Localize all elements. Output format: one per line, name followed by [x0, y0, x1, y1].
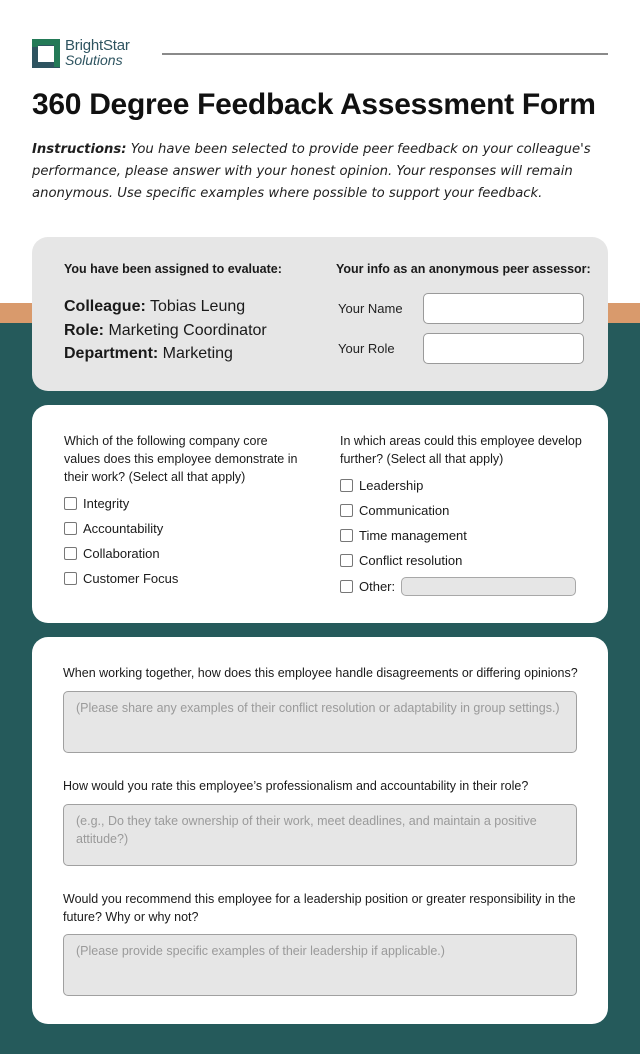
core-value-option[interactable]: Integrity	[64, 496, 129, 511]
option-label: Conflict resolution	[359, 553, 463, 568]
development-option[interactable]: Communication	[340, 503, 449, 518]
other-input[interactable]	[401, 577, 577, 596]
department-value: Marketing	[158, 345, 233, 362]
brand-subname: Solutions	[65, 52, 123, 68]
answer-textarea[interactable]: (Please share any examples of their conf…	[63, 691, 577, 753]
assessor-heading: Your info as an anonymous peer assessor:	[336, 262, 591, 276]
checkbox[interactable]	[64, 572, 77, 585]
option-label: Other:	[359, 579, 396, 594]
development-option[interactable]: Leadership	[340, 478, 423, 493]
instructions: Instructions: You have been selected to …	[32, 139, 592, 205]
core-values-question: Which of the following company core valu…	[64, 434, 298, 484]
option-label: Customer Focus	[83, 571, 179, 586]
evaluate-heading: You have been assigned to evaluate:	[64, 262, 282, 276]
role-line: Role: Marketing Coordinator	[64, 319, 267, 343]
your-role-input[interactable]	[423, 333, 584, 364]
core-value-option[interactable]: Accountability	[64, 521, 163, 536]
instructions-label: Instructions:	[32, 142, 127, 157]
your-name-input[interactable]	[423, 293, 584, 324]
colleague-label: Colleague:	[64, 298, 146, 315]
checkbox[interactable]	[340, 529, 353, 542]
logo-square-icon	[32, 37, 62, 69]
option-label: Integrity	[83, 496, 130, 511]
checkbox[interactable]	[340, 580, 353, 593]
open-question: Would you recommend this employee for a …	[63, 892, 576, 924]
development-option-other[interactable]: Other:	[340, 577, 577, 596]
open-question: When working together, how does this emp…	[63, 666, 578, 680]
core-value-option[interactable]: Collaboration	[64, 546, 160, 561]
checkbox[interactable]	[64, 522, 77, 535]
development-option[interactable]: Conflict resolution	[340, 553, 462, 568]
colleague-line: Colleague: Tobias Leung	[64, 295, 267, 319]
answer-textarea[interactable]: (e.g., Do they take ownership of their w…	[63, 804, 577, 866]
checkbox-questions-card: Which of the following company core valu…	[32, 405, 608, 623]
evaluatee-details: Colleague: Tobias Leung Role: Marketing …	[64, 295, 267, 366]
page-title: 360 Degree Feedback Assessment Form	[32, 88, 596, 121]
option-label: Collaboration	[83, 546, 160, 561]
header-divider	[162, 53, 608, 55]
development-question: In which areas could this employee devel…	[340, 434, 582, 466]
your-name-label: Your Name	[338, 301, 403, 316]
checkbox[interactable]	[340, 479, 353, 492]
option-label: Communication	[359, 503, 450, 518]
open-question: How would you rate this employee’s profe…	[63, 779, 529, 793]
checkbox[interactable]	[64, 547, 77, 560]
role-label: Role:	[64, 321, 104, 339]
role-value: Marketing Coordinator	[104, 321, 267, 339]
option-label: Time management	[359, 528, 467, 543]
option-label: Leadership	[359, 478, 424, 493]
your-role-label: Your Role	[338, 341, 395, 356]
brand-logo: BrightStar Solutions	[32, 37, 130, 69]
checkbox[interactable]	[340, 554, 353, 567]
answer-textarea[interactable]: (Please provide specific examples of the…	[63, 934, 577, 996]
checkbox[interactable]	[340, 504, 353, 517]
checkbox[interactable]	[64, 497, 77, 510]
open-questions-card: When working together, how does this emp…	[32, 637, 608, 1024]
option-label: Accountability	[83, 521, 164, 536]
brand-name: BrightStar	[65, 37, 130, 54]
department-label: Department:	[64, 345, 159, 362]
core-value-option[interactable]: Customer Focus	[64, 571, 178, 586]
colleague-value: Tobias Leung	[145, 298, 246, 315]
development-option[interactable]: Time management	[340, 528, 467, 543]
department-line: Department: Marketing	[64, 342, 267, 366]
assignment-card: You have been assigned to evaluate: Coll…	[32, 237, 608, 391]
